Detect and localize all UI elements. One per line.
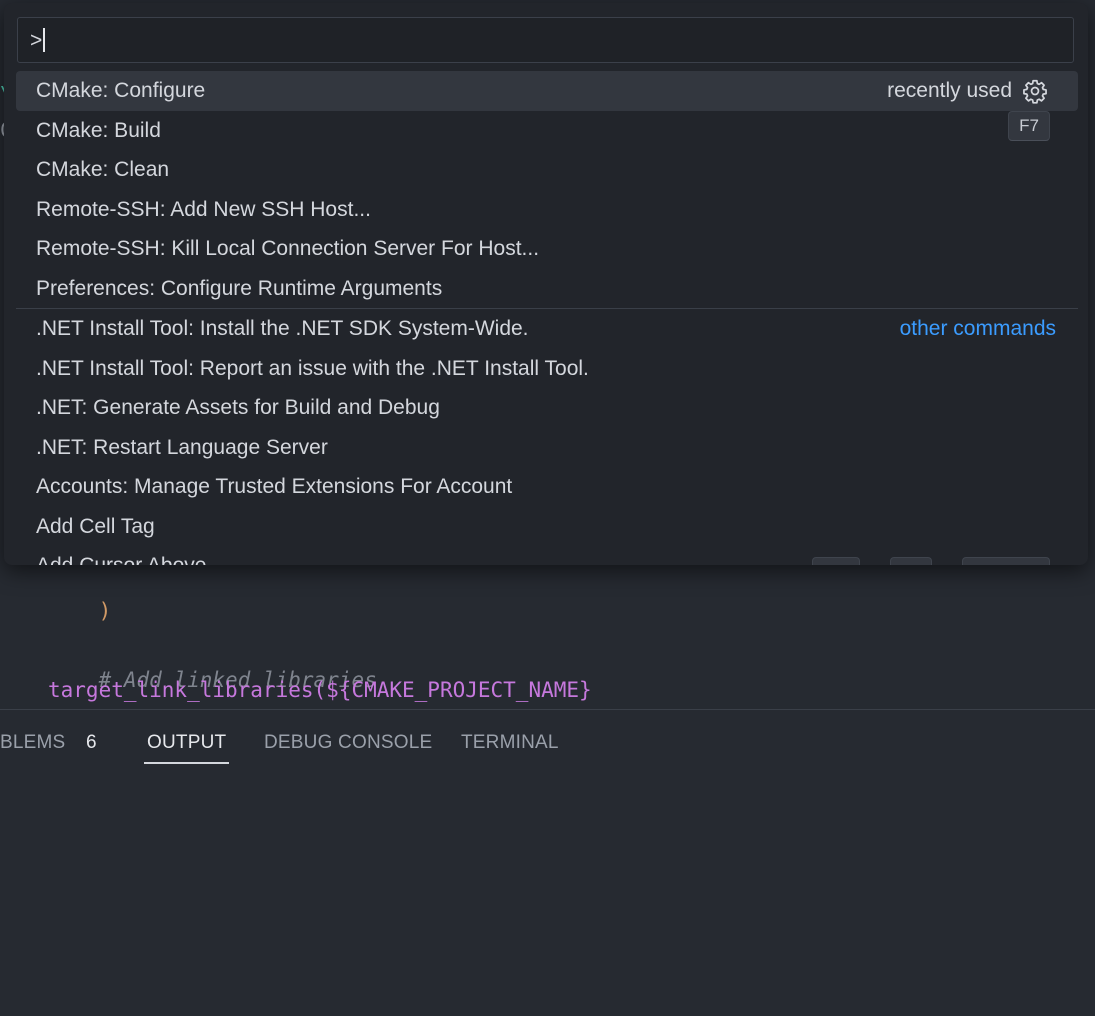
command-item[interactable]: Preferences: Configure Runtime Arguments xyxy=(16,269,1078,309)
tab-output-label: OUTPUT xyxy=(147,732,227,753)
command-item[interactable]: Remote-SSH: Kill Local Connection Server… xyxy=(16,229,1078,269)
command-label: Add Cell Tag xyxy=(36,514,155,538)
command-label: Preferences: Configure Runtime Arguments xyxy=(36,276,443,300)
text-cursor xyxy=(43,28,46,52)
command-label: Add Cursor Above xyxy=(36,554,206,565)
code-variable: ${CMAKE_PROJECT_NAME} xyxy=(326,678,592,702)
command-label: .NET: Generate Assets for Build and Debu… xyxy=(36,396,440,419)
command-label: .NET Install Tool: Install the .NET SDK … xyxy=(36,317,529,340)
command-label: .NET Install Tool: Report an issue with … xyxy=(36,356,589,380)
command-item[interactable]: Add Cursor Above Ctrl + Alt + UpArrow xyxy=(16,546,1078,565)
command-palette-input-value: > xyxy=(30,29,43,52)
problems-count-badge: 6 xyxy=(86,732,97,753)
bottom-panel: BLEMS 6 OUTPUT DEBUG CONSOLE TERMINAL xyxy=(0,709,1095,1016)
command-item[interactable]: .NET Install Tool: Install the .NET SDK … xyxy=(16,308,1078,349)
command-item[interactable]: .NET Install Tool: Report an issue with … xyxy=(16,349,1078,389)
tab-output[interactable]: OUTPUT xyxy=(143,732,230,764)
key-plus: + xyxy=(942,552,952,565)
command-label: Remote-SSH: Add New SSH Host... xyxy=(36,197,371,221)
command-item[interactable]: Add Cell Tag xyxy=(16,507,1078,547)
command-item[interactable]: .NET: Generate Assets for Build and Debu… xyxy=(16,388,1078,428)
command-label: CMake: Build xyxy=(36,118,161,142)
command-label: Remote-SSH: Kill Local Connection Server… xyxy=(36,237,540,260)
keybinding-key: Ctrl xyxy=(811,557,861,565)
command-item[interactable]: .NET: Restart Language Server xyxy=(16,428,1078,468)
command-palette: > CMake: Configure recently used CMake: … xyxy=(4,3,1088,565)
command-item[interactable]: Remote-SSH: Add New SSH Host... xyxy=(16,190,1078,230)
keybinding-key: Alt xyxy=(890,557,932,565)
close-paren: ) xyxy=(98,599,112,623)
gear-icon[interactable] xyxy=(1022,78,1048,104)
other-commands-link[interactable]: other commands xyxy=(900,309,1056,349)
key-plus: + xyxy=(870,552,880,565)
recently-used-label: recently used xyxy=(887,79,1012,102)
tab-problems[interactable]: BLEMS xyxy=(0,732,65,754)
tab-problems-label: BLEMS xyxy=(0,732,66,753)
tab-debug-console[interactable]: DEBUG CONSOLE xyxy=(264,732,432,754)
command-label: CMake: Configure xyxy=(36,79,206,102)
keybinding-key: F7 xyxy=(1008,110,1050,141)
command-label: Accounts: Manage Trusted Extensions For … xyxy=(36,475,513,498)
keybinding-key: UpArrow xyxy=(961,557,1050,565)
code-line: ) xyxy=(48,575,112,647)
tab-terminal-label: TERMINAL xyxy=(461,732,559,753)
code-function: target_link_libraries( xyxy=(48,678,327,702)
code-line: target_link_libraries(${CMAKE_PROJECT_NA… xyxy=(48,678,592,702)
command-label: .NET: Restart Language Server xyxy=(36,435,328,459)
command-item[interactable]: CMake: Build F7 xyxy=(16,110,1078,151)
command-label: CMake: Clean xyxy=(36,158,170,181)
command-item[interactable]: CMake: Configure recently used xyxy=(16,71,1078,111)
command-item[interactable]: Accounts: Manage Trusted Extensions For … xyxy=(16,467,1078,507)
command-item[interactable]: CMake: Clean xyxy=(16,150,1078,190)
command-palette-input[interactable]: > xyxy=(17,17,1074,63)
tab-debug-console-label: DEBUG CONSOLE xyxy=(264,732,433,753)
command-list: CMake: Configure recently used CMake: Bu… xyxy=(16,71,1078,565)
tab-terminal[interactable]: TERMINAL xyxy=(461,732,559,754)
